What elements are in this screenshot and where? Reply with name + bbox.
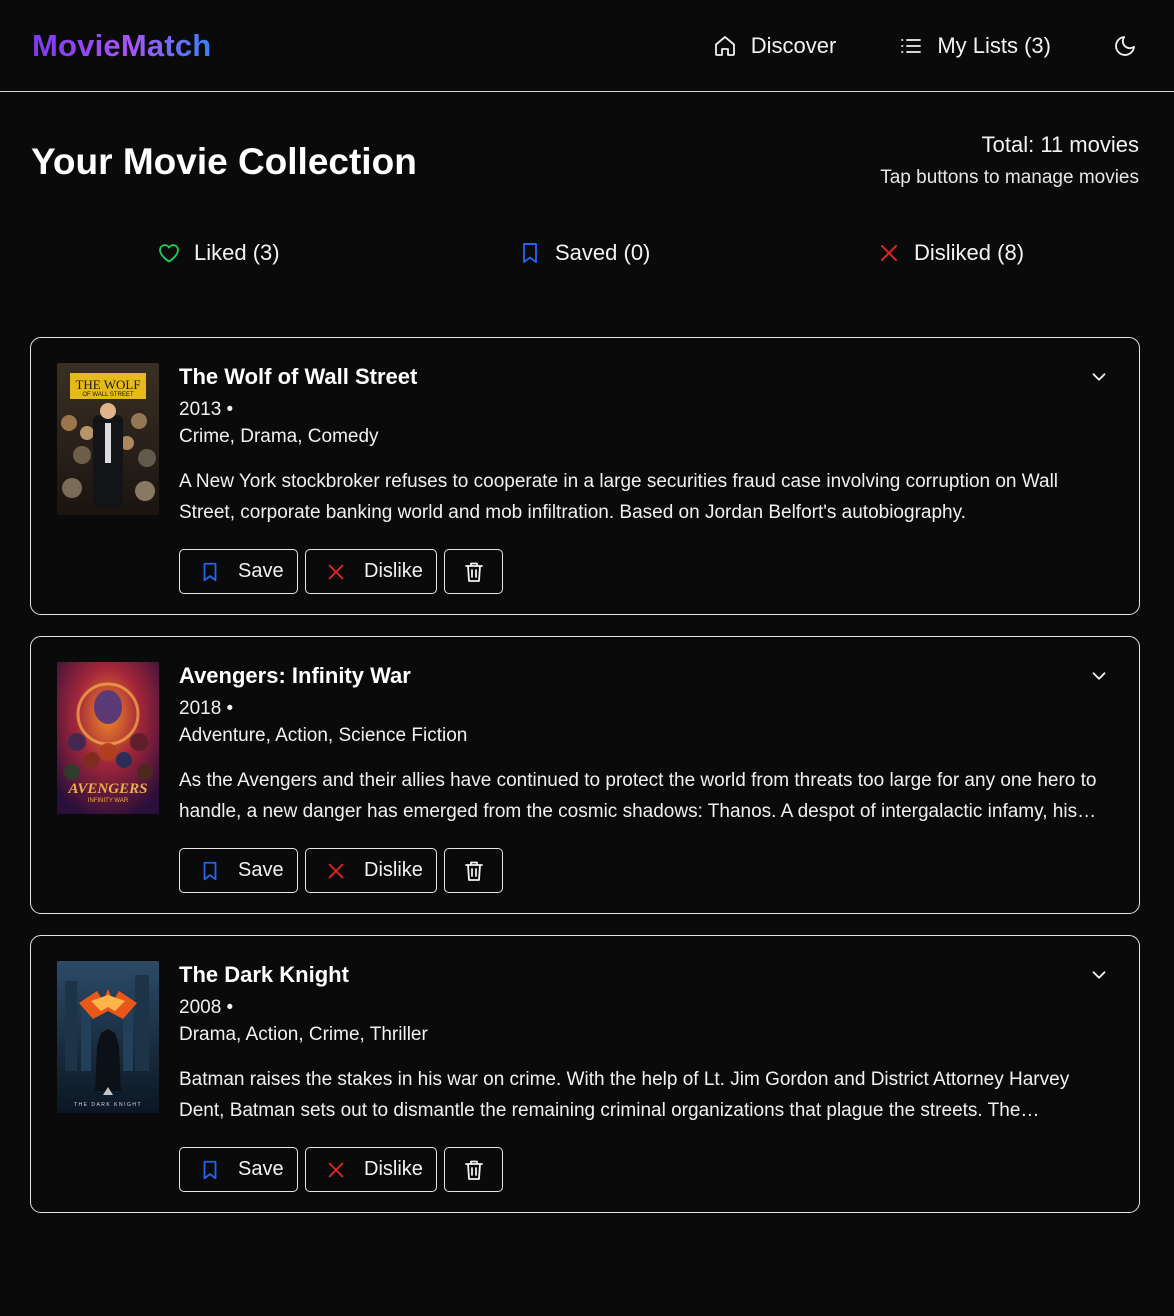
movie-year: 2018 • (179, 698, 234, 719)
tab-liked-label: Liked (3) (194, 240, 280, 265)
movie-year: 2008 • (179, 997, 234, 1018)
dislike-button-label: Dislike (364, 859, 423, 881)
movie-actions: Save Dislike (179, 1147, 1119, 1192)
nav-discover-label: Discover (750, 32, 837, 58)
movie-poster: AVENGERS INFINITY WAR (57, 662, 159, 814)
movie-card: THE WOLF OF WALL STREET The Wolf of Wall… (30, 337, 1140, 615)
delete-button[interactable] (444, 848, 503, 893)
tab-saved-label: Saved (0) (555, 240, 651, 265)
collection-totals: Total: 11 movies Tap buttons to manage m… (880, 132, 1139, 189)
movie-list: THE WOLF OF WALL STREET The Wolf of Wall… (0, 318, 1174, 1213)
dislike-button[interactable]: Dislike (305, 848, 437, 893)
movie-poster: THE WOLF OF WALL STREET (57, 363, 159, 515)
movie-year: 2013 • (179, 399, 234, 420)
home-icon (714, 35, 735, 56)
theme-toggle-button[interactable] (1111, 32, 1139, 60)
save-button-label: Save (238, 859, 284, 881)
movie-card: AVENGERS INFINITY WAR Avengers: Infinity… (30, 636, 1140, 914)
bookmark-icon (203, 1160, 217, 1179)
trash-icon (464, 562, 483, 582)
save-button[interactable]: Save (179, 848, 298, 893)
movie-title: Avengers: Infinity War (179, 663, 411, 688)
movie-overview: As the Avengers and their allies have co… (179, 770, 1097, 822)
main-nav: Discover My Lists (3) (713, 0, 1142, 91)
expand-button[interactable] (1088, 964, 1110, 986)
expand-button[interactable] (1088, 366, 1110, 388)
delete-button[interactable] (444, 1147, 503, 1192)
poster-title-text: THE DARK KNIGHT (74, 1102, 142, 1108)
movie-actions: Save Dislike (179, 549, 1119, 594)
poster-title-text: THE WOLF (75, 377, 140, 392)
tab-disliked[interactable]: Disliked (8) (877, 240, 1024, 266)
chevron-down-icon (1092, 672, 1106, 680)
moon-icon (1115, 35, 1135, 56)
movie-poster: THE DARK KNIGHT (57, 961, 159, 1113)
filter-tabs: Liked (3) Saved (0) Disliked (8) (0, 192, 1174, 318)
bookmark-icon (203, 861, 217, 880)
save-button-label: Save (238, 560, 284, 582)
poster-title-text: AVENGERS (68, 781, 148, 797)
tab-saved[interactable]: Saved (0) (518, 240, 650, 266)
chevron-down-icon (1092, 373, 1106, 381)
nav-my-lists-link[interactable]: My Lists (3) (899, 33, 1051, 59)
poster-subtitle-text: OF WALL STREET (82, 392, 134, 398)
nav-my-lists-label: My Lists (3) (937, 32, 1051, 58)
trash-icon (464, 861, 483, 881)
manage-hint: Tap buttons to manage movies (880, 167, 1139, 188)
bookmark-icon (203, 562, 217, 581)
dislike-button[interactable]: Dislike (305, 549, 437, 594)
x-icon (328, 564, 344, 579)
tab-disliked-label: Disliked (8) (914, 240, 1025, 265)
movie-info: The Dark Knight 2008 • Drama, Action, Cr… (179, 961, 1119, 1212)
list-icon (901, 38, 922, 53)
chevron-down-icon (1092, 971, 1106, 979)
x-icon (328, 1162, 344, 1177)
poster-subtitle-text: INFINITY WAR (88, 798, 129, 804)
dislike-button-label: Dislike (364, 560, 423, 582)
bookmark-icon (523, 243, 537, 263)
save-button-label: Save (238, 1158, 284, 1180)
delete-button[interactable] (444, 549, 503, 594)
movie-card: THE DARK KNIGHT The Dark Knight 2008 • D… (30, 935, 1140, 1213)
total-count: Total: 11 movies (981, 132, 1139, 157)
movie-info: The Wolf of Wall Street 2013 • Crime, Dr… (179, 363, 1119, 614)
nav-discover-link[interactable]: Discover (713, 32, 837, 59)
tab-liked[interactable]: Liked (3) (157, 240, 280, 266)
trash-icon (464, 1160, 483, 1180)
movie-overview: Batman raises the stakes in his war on c… (179, 1069, 1070, 1121)
movie-title: The Dark Knight (179, 962, 349, 987)
movie-actions: Save Dislike (179, 848, 1119, 893)
movie-info: Avengers: Infinity War 2018 • Adventure,… (179, 662, 1119, 913)
x-icon (328, 863, 344, 878)
movie-title: The Wolf of Wall Street (179, 364, 418, 389)
x-icon (881, 245, 897, 261)
movie-genres: Adventure, Action, Science Fiction (179, 725, 468, 746)
top-nav-bar: MovieMatch Discover My Lists (3) (0, 0, 1174, 92)
movie-genres: Drama, Action, Crime, Thriller (179, 1024, 428, 1045)
dislike-button-label: Dislike (364, 1158, 423, 1180)
expand-button[interactable] (1088, 665, 1110, 687)
save-button[interactable]: Save (179, 1147, 298, 1192)
page-title: Your Movie Collection (31, 141, 417, 182)
dislike-button[interactable]: Dislike (305, 1147, 437, 1192)
brand-logo[interactable]: MovieMatch (32, 28, 211, 64)
movie-overview: A New York stockbroker refuses to cooper… (179, 471, 1059, 523)
collection-header: Your Movie Collection Total: 11 movies T… (0, 92, 1174, 192)
save-button[interactable]: Save (179, 549, 298, 594)
movie-genres: Crime, Drama, Comedy (179, 426, 379, 447)
heart-icon (159, 244, 179, 263)
